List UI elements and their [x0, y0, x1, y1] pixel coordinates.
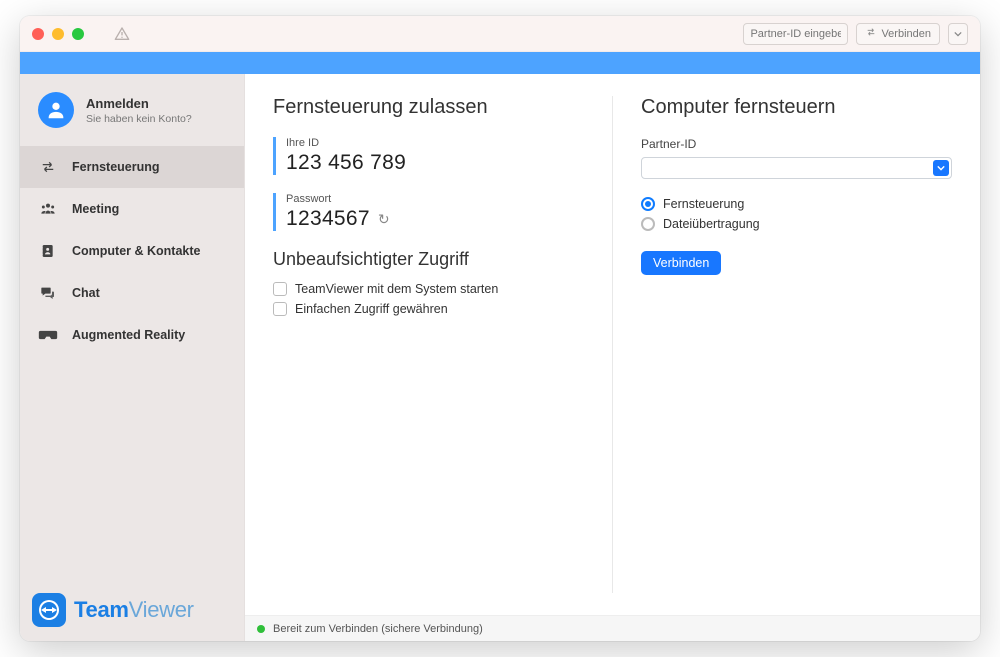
status-dot-icon — [257, 625, 265, 633]
brand-text-part2: Viewer — [129, 597, 194, 622]
radio-indicator — [641, 197, 655, 211]
sidebar-item-ar[interactable]: Augmented Reality — [20, 314, 244, 356]
checkbox-box — [273, 282, 287, 296]
warning-icon[interactable] — [114, 26, 130, 42]
control-remote-heading: Computer fernsteuern — [641, 96, 952, 119]
titlebar-connect-button[interactable]: Verbinden — [856, 23, 940, 45]
account-subtitle: Sie haben kein Konto? — [86, 113, 192, 125]
ar-goggles-icon — [38, 329, 58, 341]
unattended-heading: Unbeaufsichtigter Zugriff — [273, 249, 584, 270]
brand-logo-icon — [32, 593, 66, 627]
sidebar-item-label: Computer & Kontakte — [72, 244, 200, 258]
control-remote-panel: Computer fernsteuern Partner-ID Fernsteu… — [613, 74, 980, 615]
contacts-icon — [38, 243, 58, 259]
sidebar-item-chat[interactable]: Chat — [20, 272, 244, 314]
checkbox-label: TeamViewer mit dem System starten — [295, 282, 498, 296]
titlebar-partner-id-input[interactable] — [743, 23, 848, 45]
sidebar-item-contacts[interactable]: Computer & Kontakte — [20, 230, 244, 272]
sidebar-item-label: Augmented Reality — [72, 328, 185, 342]
avatar — [38, 92, 74, 128]
brand: TeamViewer — [20, 579, 244, 641]
radio-remote-control[interactable]: Fernsteuerung — [641, 197, 952, 211]
window-minimize-button[interactable] — [52, 28, 64, 40]
allow-remote-panel: Fernsteuerung zulassen Ihre ID 123 456 7… — [245, 74, 612, 615]
window-close-button[interactable] — [32, 28, 44, 40]
content-area: Fernsteuerung zulassen Ihre ID 123 456 7… — [245, 74, 980, 641]
radio-file-transfer[interactable]: Dateiübertragung — [641, 217, 952, 231]
arrows-icon — [865, 27, 877, 40]
chevron-down-icon[interactable] — [933, 160, 949, 176]
account-section[interactable]: Anmelden Sie haben kein Konto? — [20, 74, 244, 146]
window-controls — [32, 28, 84, 40]
main-area: Anmelden Sie haben kein Konto? Fernsteue… — [20, 74, 980, 641]
sidebar-item-label: Meeting — [72, 202, 119, 216]
partner-id-label: Partner-ID — [641, 137, 952, 151]
your-id-field: Ihre ID 123 456 789 — [273, 137, 584, 175]
window-zoom-button[interactable] — [72, 28, 84, 40]
password-value[interactable]: 1234567 — [286, 207, 370, 231]
your-id-label: Ihre ID — [286, 137, 584, 149]
radio-indicator — [641, 217, 655, 231]
sidebar-item-label: Chat — [72, 286, 100, 300]
checkbox-easy-access[interactable]: Einfachen Zugriff gewähren — [273, 302, 584, 316]
sidebar-nav: Fernsteuerung Meeting Computer & Kontakt… — [20, 146, 244, 356]
account-title: Anmelden — [86, 96, 192, 111]
titlebar-connect-label: Verbinden — [881, 28, 931, 40]
password-field: Passwort 1234567 ↻ — [273, 193, 584, 231]
sidebar: Anmelden Sie haben kein Konto? Fernsteue… — [20, 74, 245, 641]
radio-label: Fernsteuerung — [663, 197, 744, 211]
chat-icon — [38, 285, 58, 301]
arrows-icon — [38, 160, 58, 174]
brand-text-part1: Team — [74, 597, 129, 622]
status-bar: Bereit zum Verbinden (sichere Verbindung… — [245, 615, 980, 641]
sidebar-item-remote-control[interactable]: Fernsteuerung — [20, 146, 244, 188]
refresh-password-icon[interactable]: ↻ — [378, 211, 390, 228]
sidebar-item-meeting[interactable]: Meeting — [20, 188, 244, 230]
account-text: Anmelden Sie haben kein Konto? — [86, 96, 192, 125]
checkbox-start-with-system[interactable]: TeamViewer mit dem System starten — [273, 282, 584, 296]
password-label: Passwort — [286, 193, 584, 205]
checkbox-label: Einfachen Zugriff gewähren — [295, 302, 448, 316]
panels: Fernsteuerung zulassen Ihre ID 123 456 7… — [245, 74, 980, 615]
radio-label: Dateiübertragung — [663, 217, 760, 231]
brand-text: TeamViewer — [74, 597, 194, 623]
status-text: Bereit zum Verbinden (sichere Verbindung… — [273, 623, 483, 635]
titlebar-connect-dropdown[interactable] — [948, 23, 968, 45]
meeting-icon — [38, 201, 58, 217]
connect-button[interactable]: Verbinden — [641, 251, 721, 275]
header-blue-bar — [20, 52, 980, 74]
your-id-value[interactable]: 123 456 789 — [286, 151, 584, 175]
titlebar: Verbinden — [20, 16, 980, 52]
app-window: Verbinden Anmelden Sie haben kein Konto? — [20, 16, 980, 641]
partner-id-combobox[interactable] — [641, 157, 952, 179]
sidebar-item-label: Fernsteuerung — [72, 160, 160, 174]
allow-remote-heading: Fernsteuerung zulassen — [273, 96, 584, 119]
checkbox-box — [273, 302, 287, 316]
